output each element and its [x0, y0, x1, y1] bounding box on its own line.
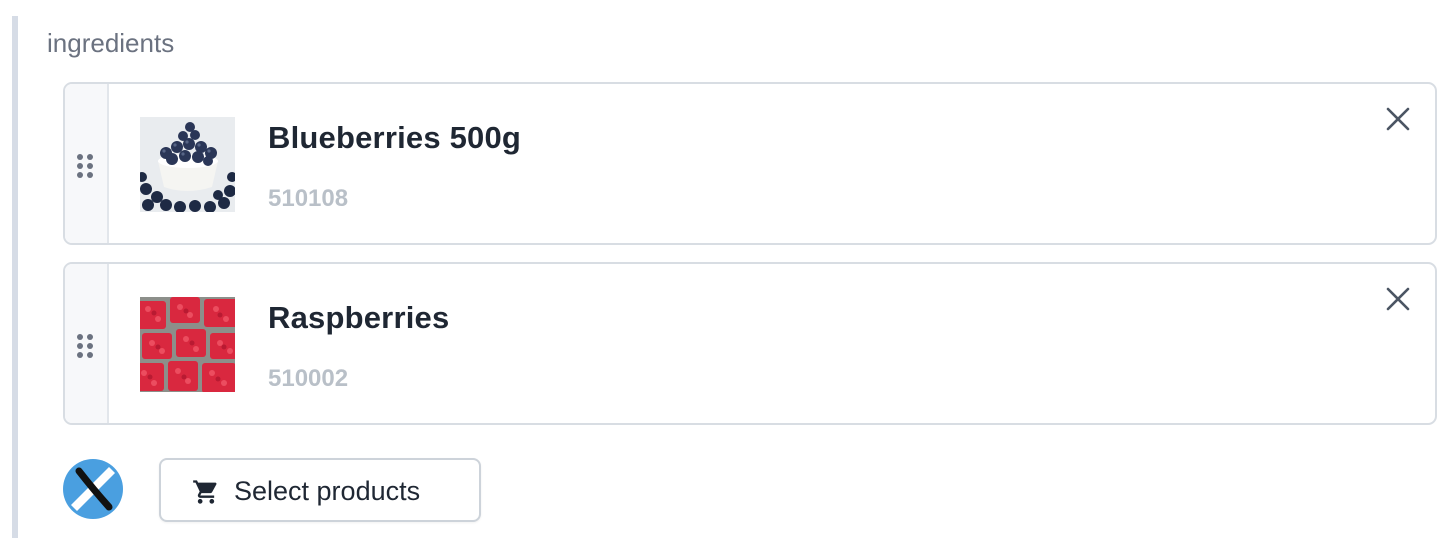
product-sku: 510002: [268, 365, 349, 392]
close-icon: [1386, 107, 1410, 131]
remove-button[interactable]: [1383, 104, 1413, 134]
close-icon: [1386, 287, 1410, 311]
product-title: Blueberries 500g: [268, 120, 522, 155]
field-label: ingredients: [47, 28, 175, 58]
drag-handle-icon: [77, 334, 93, 358]
brand-logo: [63, 459, 123, 519]
drag-handle[interactable]: [65, 264, 109, 423]
drag-handle[interactable]: [65, 84, 109, 243]
product-title: Raspberries: [268, 300, 450, 335]
drag-handle-icon: [77, 154, 93, 178]
product-image: [140, 117, 235, 212]
cart-icon: [193, 480, 217, 504]
list-item: Raspberries 510002: [63, 262, 1437, 425]
list-item: Blueberries 500g 510108: [63, 82, 1437, 245]
product-image: [140, 297, 235, 392]
select-products-label: Select products: [234, 476, 421, 506]
select-products-button[interactable]: Select products: [159, 458, 481, 522]
product-sku: 510108: [268, 185, 349, 212]
remove-button[interactable]: [1383, 284, 1413, 314]
